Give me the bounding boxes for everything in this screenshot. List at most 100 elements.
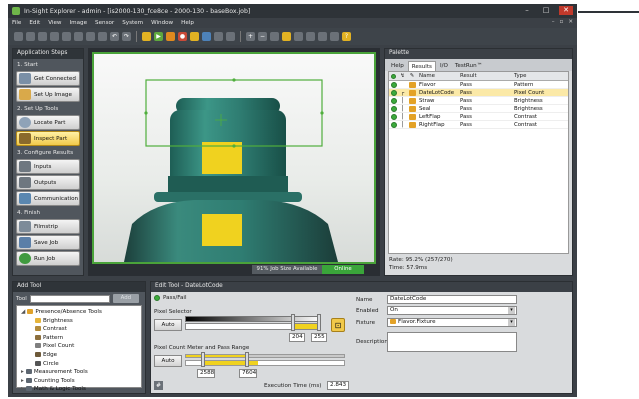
delete-icon[interactable] (98, 32, 107, 41)
zoom-100-icon[interactable] (294, 32, 303, 41)
close-icon[interactable]: ✕ (559, 6, 573, 15)
tool-search-input[interactable] (29, 294, 110, 303)
doc-close-icon[interactable]: ✕ (568, 19, 573, 25)
table-row[interactable]: Flavor Pass Pattern (389, 81, 568, 89)
zoom-fit-icon[interactable] (270, 32, 279, 41)
tree-item[interactable]: ▸ Counting Tools (19, 377, 139, 386)
inspection-image[interactable] (92, 52, 376, 264)
zoom-in-icon[interactable]: + (246, 32, 255, 41)
name-field[interactable]: DateLotCode (387, 295, 517, 304)
overlay-icon[interactable] (306, 32, 315, 41)
copy-icon[interactable] (74, 32, 83, 41)
minimize-icon[interactable]: – (521, 6, 533, 15)
menu-image[interactable]: Image (70, 20, 88, 26)
tab-io[interactable]: I/O (437, 61, 451, 71)
enabled-dropdown-icon[interactable]: ▾ (508, 307, 515, 314)
tab-results[interactable]: Results (407, 61, 436, 71)
outputs-button[interactable]: Outputs (16, 175, 80, 190)
menu-edit[interactable]: Edit (29, 20, 40, 26)
add-tool-button[interactable]: Add (112, 294, 139, 303)
range-low-handle[interactable] (201, 352, 205, 367)
record-icon[interactable]: ● (178, 32, 187, 41)
help-icon[interactable]: ? (342, 32, 351, 41)
inputs-button[interactable]: Inputs (16, 159, 80, 174)
column-type[interactable]: Type (511, 73, 561, 79)
tree-item[interactable]: ◢ Presence/Absence Tools (19, 308, 139, 317)
pixel-high-value[interactable]: 255 (311, 333, 327, 342)
pixel-auto-button[interactable]: Auto (154, 319, 182, 331)
pixel-low-handle[interactable] (291, 314, 295, 331)
meter-auto-button[interactable]: Auto (154, 355, 182, 367)
collapsed-arrow-icon[interactable]: ▸ (21, 369, 24, 375)
tree-item[interactable]: ▸ Math & Logic Tools (19, 385, 139, 394)
maximize-icon[interactable]: □ (540, 6, 552, 15)
inspect-part-button[interactable]: Inspect Part (16, 131, 80, 146)
new-icon[interactable] (14, 32, 23, 41)
menu-help[interactable]: Help (181, 20, 194, 26)
range-high-handle[interactable] (245, 352, 249, 367)
menu-sensor[interactable]: Sensor (95, 20, 114, 26)
filter-icon[interactable] (330, 32, 339, 41)
doc-restore-icon[interactable]: ▫ (560, 19, 564, 25)
paste-icon[interactable] (86, 32, 95, 41)
pixel-low-value[interactable]: 204 (289, 333, 305, 342)
range-low-value[interactable]: 2588 (197, 369, 215, 378)
pixel-range-track[interactable] (185, 323, 321, 330)
online-icon[interactable] (202, 32, 211, 41)
filmstrip-button[interactable]: Filmstrip (16, 219, 80, 234)
calibrate-icon[interactable] (214, 32, 223, 41)
zoom-out-icon[interactable]: − (258, 32, 267, 41)
communication-button[interactable]: Communication (16, 191, 80, 206)
pixel-high-handle[interactable] (317, 314, 321, 331)
fixture-select[interactable]: Flavor.Fixture ▾ (387, 318, 517, 327)
cut-icon[interactable] (62, 32, 71, 41)
enabled-select[interactable]: On ▾ (387, 306, 517, 315)
tab-testrun[interactable]: TestRun™ (452, 61, 485, 71)
zoom-fill-icon[interactable] (282, 32, 291, 41)
print-icon[interactable] (50, 32, 59, 41)
grid-icon[interactable] (226, 32, 235, 41)
live-mode-icon[interactable]: ▶ (154, 32, 163, 41)
undo-icon[interactable]: ↶ (110, 32, 119, 41)
column-name[interactable]: Name (417, 73, 457, 79)
tree-item[interactable]: Pattern (19, 334, 139, 343)
fixture-dropdown-icon[interactable]: ▾ (508, 319, 515, 326)
save-job-button[interactable]: Save Job (16, 235, 80, 250)
tree-item[interactable]: ▸ Measurement Tools (19, 368, 139, 377)
menu-system[interactable]: System (122, 20, 143, 26)
meter-track[interactable] (185, 354, 345, 358)
menu-file[interactable]: File (12, 20, 21, 26)
tree-item[interactable]: Edge (19, 351, 139, 360)
menu-view[interactable]: View (48, 20, 61, 26)
playback-icon[interactable] (190, 32, 199, 41)
table-row[interactable]: │ LeftFlap Pass Contrast (389, 113, 568, 121)
table-row[interactable]: ┌ DateLotCode Pass Pixel Count (389, 89, 568, 97)
pass-range-track[interactable] (185, 360, 345, 366)
open-icon[interactable] (26, 32, 35, 41)
menu-window[interactable]: Window (151, 20, 173, 26)
repeat-trigger-icon[interactable] (166, 32, 175, 41)
description-field[interactable] (387, 332, 517, 352)
table-row[interactable]: │ RightFlap Pass Contrast (389, 121, 568, 129)
tree-item[interactable]: Contrast (19, 325, 139, 334)
collapsed-arrow-icon[interactable]: ▸ (21, 378, 24, 384)
range-high-value[interactable]: 7604 (239, 369, 257, 378)
tab-help[interactable]: Help (388, 61, 407, 71)
set-up-image-button[interactable]: Set Up Image (16, 87, 80, 102)
tree-item[interactable]: Pixel Count (19, 342, 139, 351)
doc-minimize-icon[interactable]: – (552, 19, 555, 25)
save-icon[interactable] (38, 32, 47, 41)
tree-item[interactable]: Circle (19, 360, 139, 369)
redo-icon[interactable]: ↷ (122, 32, 131, 41)
get-connected-button[interactable]: Get Connected (16, 71, 80, 86)
expanded-arrow-icon[interactable]: ◢ (21, 309, 25, 315)
table-row[interactable]: │ Straw Pass Brightness (389, 97, 568, 105)
collapsed-arrow-icon[interactable]: ▸ (21, 386, 24, 392)
grid-settings-icon[interactable]: # (154, 381, 163, 390)
run-job-button[interactable]: Run Job (16, 251, 80, 266)
trigger-icon[interactable] (142, 32, 151, 41)
graphics-icon[interactable] (318, 32, 327, 41)
table-row[interactable]: │ Seal Pass Brightness (389, 105, 568, 113)
pixel-lock-icon[interactable]: ⊡ (331, 318, 345, 332)
column-result[interactable]: Result (457, 73, 511, 79)
